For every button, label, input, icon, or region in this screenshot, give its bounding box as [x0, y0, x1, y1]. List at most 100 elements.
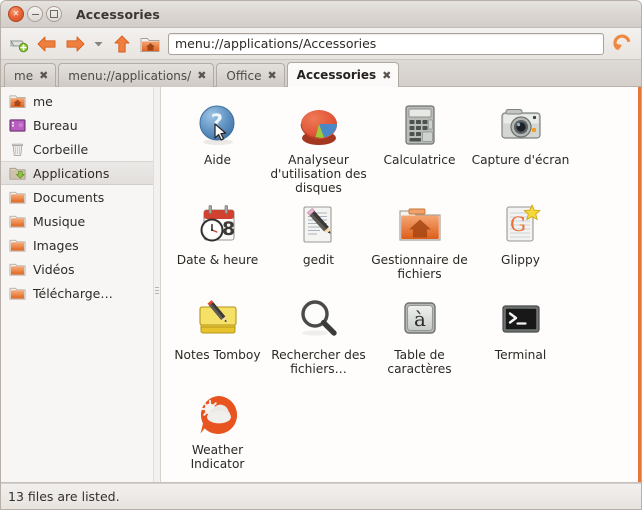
status-bar: 13 files are listed. [1, 483, 641, 509]
list-item[interactable]: Notes Tomboy [167, 290, 268, 385]
toolbar: menu://applications/Accessories [1, 28, 641, 60]
history-dropdown-button[interactable] [90, 31, 107, 57]
sidebar-item-label: Documents [33, 189, 105, 205]
tab-label: Accessories [296, 68, 377, 82]
glippy-icon: G [497, 201, 545, 249]
gedit-text-editor-icon [295, 201, 343, 249]
window-title: Accessories [76, 6, 160, 22]
splitter-grip-icon [155, 287, 159, 296]
item-label: Aide [204, 153, 231, 167]
folder-icon [8, 212, 26, 230]
tab-office[interactable]: Office ✖ [216, 63, 285, 87]
calculator-icon [396, 101, 444, 149]
back-button[interactable] [34, 31, 60, 57]
character-map-icon: à [396, 296, 444, 344]
minimize-icon [28, 7, 42, 21]
reload-icon [613, 34, 631, 50]
tomboy-notes-icon [194, 296, 242, 344]
up-button[interactable] [109, 31, 135, 57]
location-input[interactable]: menu://applications/Accessories [168, 32, 604, 55]
list-item[interactable]: gedit [268, 195, 369, 290]
list-item[interactable]: 28 Date & heure [167, 195, 268, 290]
folder-icon [8, 188, 26, 206]
list-item[interactable]: Calculatrice [369, 95, 470, 195]
sidebar-item-me[interactable]: me [1, 89, 153, 113]
item-label: Date & heure [176, 253, 259, 267]
sidebar-item-label: me [33, 93, 53, 109]
list-item[interactable]: à Table de caractères [369, 290, 470, 385]
terminal-icon [497, 296, 545, 344]
new-window-icon [10, 39, 29, 52]
sidebar-item-applications[interactable]: Applications [1, 161, 153, 185]
date-time-icon: 28 [194, 201, 242, 249]
item-label: Rechercher des fichiers… [271, 348, 366, 376]
item-label: Table de caractères [387, 348, 452, 376]
tab-label: me [14, 68, 34, 83]
folder-icon [8, 236, 26, 254]
tab-close-icon[interactable]: ✖ [267, 70, 276, 81]
new-tab-button[interactable] [6, 31, 32, 57]
content-area: me Bureau Corbeille Applications Documen… [1, 87, 641, 483]
list-item[interactable]: ? Aide [167, 95, 268, 195]
item-label: Notes Tomboy [174, 348, 261, 362]
sidebar-item-label: Bureau [33, 117, 78, 133]
list-item[interactable]: G Glippy [470, 195, 571, 290]
trash-icon [8, 140, 26, 158]
sidebar-item-images[interactable]: Images [1, 233, 153, 257]
tab-me[interactable]: me ✖ [4, 63, 57, 87]
item-label: Capture d'écran [471, 153, 570, 167]
list-item[interactable]: Capture d'écran [470, 95, 571, 195]
sidebar-item-telechargements[interactable]: Télécharge… [1, 281, 153, 305]
forward-button[interactable] [62, 31, 88, 57]
file-manager-icon [396, 201, 444, 249]
home-folder-icon [140, 37, 160, 52]
forward-arrow-icon [66, 36, 85, 51]
pane-splitter[interactable] [153, 87, 161, 482]
list-item[interactable]: Rechercher des fichiers… [268, 290, 369, 385]
title-bar: ✕ Accessories [1, 1, 641, 28]
sidebar-item-corbeille[interactable]: Corbeille [1, 137, 153, 161]
places-sidebar: me Bureau Corbeille Applications Documen… [1, 87, 153, 482]
search-files-icon [295, 296, 343, 344]
close-icon: ✕ [12, 9, 20, 18]
tab-close-icon[interactable]: ✖ [382, 70, 391, 81]
tab-menu-applications[interactable]: menu://applications/ ✖ [58, 63, 215, 87]
list-item[interactable]: Terminal [470, 290, 571, 385]
status-text: 13 files are listed. [8, 489, 120, 504]
folder-icon [8, 260, 26, 278]
item-label: Weather Indicator [190, 443, 245, 471]
tab-close-icon[interactable]: ✖ [39, 70, 48, 81]
applications-folder-icon [8, 164, 26, 182]
item-label: Terminal [494, 348, 547, 362]
tab-close-icon[interactable]: ✖ [197, 70, 206, 81]
tab-accessories[interactable]: Accessories ✖ [286, 62, 400, 87]
item-label: Analyseur d'utilisation des disques [270, 153, 367, 195]
item-label: Glippy [501, 253, 540, 267]
weather-indicator-icon [194, 391, 242, 439]
home-folder-icon [8, 92, 26, 110]
maximize-window-button[interactable] [46, 6, 62, 22]
sidebar-item-label: Corbeille [33, 141, 89, 157]
up-arrow-icon [114, 35, 130, 52]
sidebar-item-musique[interactable]: Musique [1, 209, 153, 233]
back-arrow-icon [37, 36, 56, 51]
icon-grid: ? Aide Analyseur d'utilisation des disqu… [161, 87, 638, 480]
home-button[interactable] [137, 31, 163, 57]
sidebar-item-label: Images [33, 237, 79, 253]
close-window-button[interactable]: ✕ [8, 6, 24, 22]
sidebar-item-documents[interactable]: Documents [1, 185, 153, 209]
item-label: Calculatrice [383, 153, 456, 167]
minimize-window-button[interactable] [27, 6, 43, 22]
sidebar-item-bureau[interactable]: Bureau [1, 113, 153, 137]
svg-text:G: G [510, 212, 526, 236]
sidebar-item-label: Vidéos [33, 261, 75, 277]
sidebar-item-videos[interactable]: Vidéos [1, 257, 153, 281]
chevron-down-icon [94, 41, 103, 46]
reload-button[interactable] [610, 31, 636, 57]
list-item[interactable]: Gestionnaire de fichiers [369, 195, 470, 290]
list-item[interactable]: Weather Indicator [167, 385, 268, 480]
list-item[interactable]: Analyseur d'utilisation des disques [268, 95, 369, 195]
help-icon: ? [194, 101, 242, 149]
sidebar-item-label: Télécharge… [33, 285, 113, 301]
tab-label: Office [226, 68, 262, 83]
